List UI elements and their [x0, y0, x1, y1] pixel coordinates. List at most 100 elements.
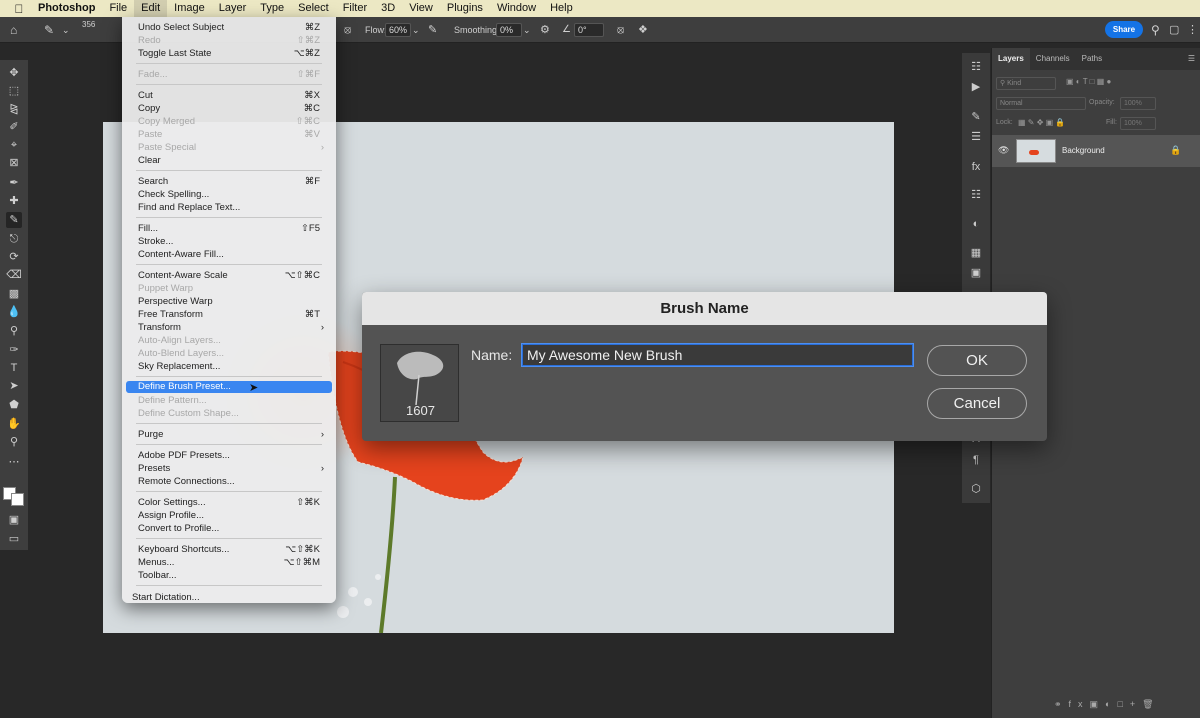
quick-select-tool-icon[interactable]: ✐ — [6, 119, 22, 135]
path-select-tool-icon[interactable]: ➤ — [6, 378, 22, 394]
fill-input[interactable]: 100% — [1120, 117, 1156, 130]
gear-icon[interactable]: ⚙ — [540, 17, 550, 43]
lock-icons[interactable]: ▦ ✎ ✥ ▣ 🔒 — [1018, 118, 1065, 127]
brush-size-readout[interactable]: 356 — [82, 12, 95, 38]
lock-icon[interactable]: 🔒 — [1170, 145, 1181, 156]
lasso-tool-icon[interactable]: ⧎ — [6, 101, 22, 117]
filter-icons[interactable]: ▣ ◐ T □ ▦ ● — [1066, 77, 1111, 86]
pressure-opacity-icon[interactable]: ⦻ — [344, 17, 351, 43]
menu-item-define-pattern[interactable]: Define Pattern... — [126, 394, 332, 407]
blend-mode-select[interactable]: Normal — [996, 97, 1086, 110]
pen-tool-icon[interactable]: ✑ — [6, 342, 22, 358]
menu-item-clear[interactable]: Clear — [126, 154, 332, 167]
ok-button[interactable]: OK — [927, 345, 1027, 376]
menu-item-auto-align-layers[interactable]: Auto-Align Layers... — [126, 334, 332, 347]
background-color-swatch[interactable] — [11, 493, 24, 506]
menu-item-paste-special[interactable]: Paste Special › — [126, 141, 332, 154]
more-icon[interactable]: ⋮ — [1187, 17, 1198, 43]
menu-image[interactable]: Image — [167, 0, 212, 17]
menu-item-start-dictation[interactable]: Start Dictation... — [126, 591, 332, 603]
type-tool-icon[interactable]: T — [6, 360, 22, 376]
menu-window[interactable]: Window — [490, 0, 543, 17]
menu-item-perspective-warp[interactable]: Perspective Warp — [126, 295, 332, 308]
healing-brush-tool-icon[interactable]: ✚ — [6, 193, 22, 209]
history-panel-icon[interactable]: ☷ — [968, 59, 984, 75]
opacity-input[interactable]: 100% — [1120, 97, 1156, 110]
menu-item-keyboard-shortcuts[interactable]: Keyboard Shortcuts... ⌥⇧⌘K — [126, 543, 332, 556]
3d-panel-icon[interactable]: ⬡ — [968, 481, 984, 497]
more-tools-icon[interactable]: ⋯ — [6, 454, 22, 470]
brush-name-input[interactable] — [522, 344, 913, 366]
paragraph-icon[interactable]: ¶ — [968, 452, 984, 468]
menu-item-puppet-warp[interactable]: Puppet Warp — [126, 282, 332, 295]
menu-file[interactable]: File — [102, 0, 134, 17]
menu-item-cut[interactable]: Cut ⌘X — [126, 89, 332, 102]
menu-item-adobe-pdf-presets[interactable]: Adobe PDF Presets... — [126, 449, 332, 462]
menu-item-check-spelling[interactable]: Check Spelling... — [126, 188, 332, 201]
menu-item-presets[interactable]: Presets › — [126, 462, 332, 475]
tab-layers[interactable]: Layers — [992, 48, 1030, 70]
angle-input[interactable]: 0° — [574, 23, 604, 37]
menu-item-copy[interactable]: Copy ⌘C — [126, 102, 332, 115]
screen-mode-icon[interactable]: ▭ — [6, 531, 22, 547]
smoothing-chevron-icon[interactable]: ⌄ — [523, 17, 531, 43]
menu-item-define-brush-preset[interactable]: Define Brush Preset... ➤ — [126, 381, 332, 394]
menu-item-auto-blend-layers[interactable]: Auto-Blend Layers... — [126, 347, 332, 360]
properties-icon[interactable]: ◐ — [968, 216, 984, 232]
menu-item-purge[interactable]: Purge › — [126, 428, 332, 441]
menu-item-stroke[interactable]: Stroke... — [126, 235, 332, 248]
layer-filter-select[interactable]: ⚲ Kind — [996, 77, 1056, 90]
menu-item-search[interactable]: Search ⌘F — [126, 175, 332, 188]
brush-tool-icon[interactable]: ✎ — [44, 17, 54, 43]
menu-item-paste[interactable]: Paste ⌘V — [126, 128, 332, 141]
menu-item-menus[interactable]: Menus... ⌥⇧⌘M — [126, 556, 332, 569]
share-button[interactable]: Share — [1105, 21, 1143, 38]
shape-tool-icon[interactable]: ⬟ — [6, 397, 22, 413]
menu-help[interactable]: Help — [543, 0, 580, 17]
menu-filter[interactable]: Filter — [336, 0, 374, 17]
blur-tool-icon[interactable]: 💧 — [6, 304, 22, 320]
flow-input[interactable]: 60% — [385, 23, 411, 37]
layer-row[interactable]: 👁 Background 🔒 — [992, 135, 1200, 167]
gradient-tool-icon[interactable]: ▩ — [6, 286, 22, 302]
chevron-down-icon[interactable]: ⌄ — [62, 17, 70, 43]
layer-name[interactable]: Background — [1062, 146, 1105, 155]
menu-item-color-settings[interactable]: Color Settings... ⇧⌘K — [126, 496, 332, 509]
menu-item-sky-replacement[interactable]: Sky Replacement... — [126, 360, 332, 373]
libraries-icon[interactable]: ▣ — [968, 265, 984, 281]
menu-item-convert-to-profile[interactable]: Convert to Profile... — [126, 522, 332, 535]
brushes-panel-icon[interactable]: ☰ — [968, 129, 984, 145]
apple-icon[interactable]:  — [0, 2, 38, 16]
airbrush-icon[interactable]: ✎ — [428, 17, 437, 43]
quick-mask-icon[interactable]: ▣ — [6, 512, 22, 528]
workspace-icon[interactable]: ▢ — [1169, 17, 1179, 43]
menu-item-free-transform[interactable]: Free Transform ⌘T — [126, 308, 332, 321]
brush-settings-icon[interactable]: ✎ — [968, 109, 984, 125]
layer-footer-icons[interactable]: ⚭fx▣◐□+🗑 — [1054, 699, 1161, 710]
marquee-tool-icon[interactable]: ⬚ — [6, 83, 22, 99]
menu-item-content-aware-fill[interactable]: Content-Aware Fill... — [126, 248, 332, 261]
flow-chevron-icon[interactable]: ⌄ — [412, 17, 420, 43]
crop-tool-icon[interactable]: ⌖ — [6, 137, 22, 153]
eyedropper-tool-icon[interactable]: ✒ — [6, 175, 22, 191]
menu-item-define-custom-shape[interactable]: Define Custom Shape... — [126, 407, 332, 420]
menu-item-toolbar[interactable]: Toolbar... — [126, 569, 332, 582]
zoom-tool-icon[interactable]: ⚲ — [6, 434, 22, 450]
menu-item-remote-connections[interactable]: Remote Connections... — [126, 475, 332, 488]
clone-stamp-tool-icon[interactable]: ⎋ — [6, 231, 22, 247]
menu-item-undo-select-subject[interactable]: Undo Select Subject ⌘Z — [126, 21, 332, 34]
symmetry-icon[interactable]: ❖ — [638, 17, 648, 43]
angle-icon[interactable]: ∠ — [562, 17, 571, 43]
eye-icon[interactable]: 👁 — [998, 145, 1009, 156]
menu-layer[interactable]: Layer — [212, 0, 254, 17]
pressure-size-icon[interactable]: ⦻ — [617, 17, 624, 43]
menu-item-transform[interactable]: Transform › — [126, 321, 332, 334]
menu-item-find-and-replace-text[interactable]: Find and Replace Text... — [126, 201, 332, 214]
menu-3d[interactable]: 3D — [374, 0, 402, 17]
menu-item-toggle-last-state[interactable]: Toggle Last State ⌥⌘Z — [126, 47, 332, 60]
menu-item-fill[interactable]: Fill... ⇧F5 — [126, 222, 332, 235]
tab-channels[interactable]: Channels — [1030, 48, 1076, 70]
hand-tool-icon[interactable]: ✋ — [6, 416, 22, 432]
search-icon[interactable]: ⚲ — [1151, 17, 1160, 43]
menu-type[interactable]: Type — [253, 0, 291, 17]
